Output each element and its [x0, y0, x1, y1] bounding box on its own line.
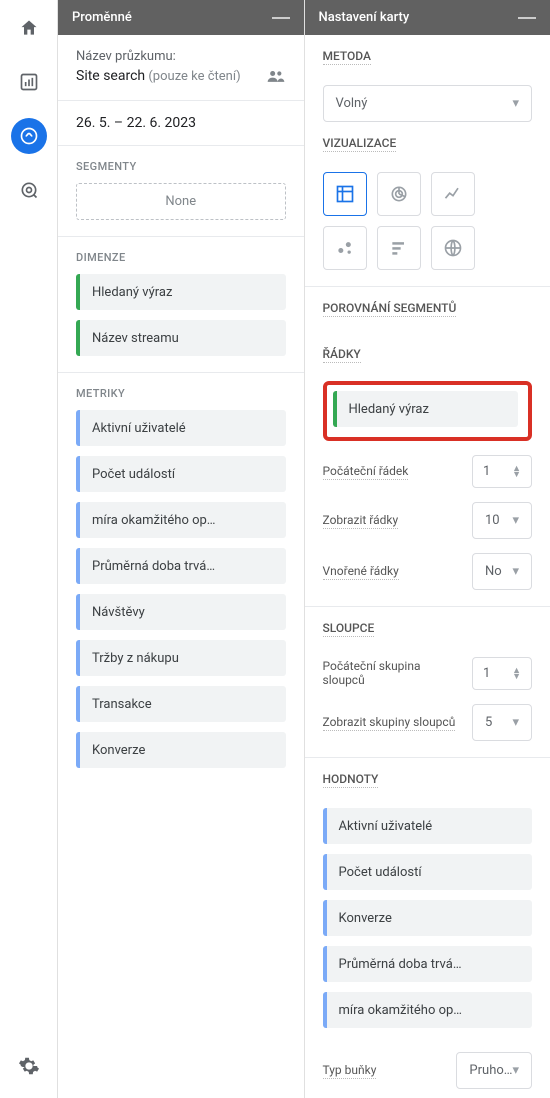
- values-title: HODNOTY: [323, 772, 379, 788]
- viz-donut-icon[interactable]: [377, 172, 421, 216]
- metric-chip[interactable]: Návštěvy: [76, 594, 286, 630]
- method-title: METODA: [323, 49, 371, 65]
- start-row-stepper[interactable]: 1 ▲▼: [472, 455, 532, 488]
- nested-rows-value: No: [485, 564, 502, 579]
- minimize-icon[interactable]: [272, 17, 290, 19]
- survey-name-value: Site search: [76, 68, 145, 84]
- chip-label: Průměrná doba trvá…: [80, 559, 227, 574]
- segments-title: SEGMENTY: [76, 160, 286, 173]
- viz-title: VIZUALIZACE: [323, 136, 397, 152]
- seg-compare-title: POROVNÁNÍ SEGMENTŮ: [323, 301, 457, 317]
- dimensions-title: DIMENZE: [76, 251, 286, 264]
- value-metric-chip[interactable]: Počet událostí: [323, 854, 533, 890]
- method-value: Volný: [336, 96, 368, 111]
- start-row-label: Počáteční řádek: [323, 464, 409, 480]
- cell-type-value: Pruho…: [469, 1063, 512, 1078]
- left-nav-rail: [0, 0, 58, 1098]
- viz-geo-icon[interactable]: [431, 226, 475, 270]
- cell-type-select[interactable]: Pruho… ▾: [456, 1052, 532, 1089]
- show-rows-select[interactable]: 10 ▾: [472, 502, 532, 539]
- stepper-arrows-icon: ▲▼: [512, 668, 521, 680]
- metric-chip[interactable]: Konverze: [76, 732, 286, 768]
- start-col-label: Počáteční skupina sloupců: [323, 659, 463, 688]
- rows-title: ŘÁDKY: [323, 347, 361, 363]
- row-dimension-chip[interactable]: Hledaný výraz: [333, 391, 519, 427]
- dimension-chip[interactable]: Název streamu: [76, 320, 286, 356]
- nested-rows-label: Vnořené řádky: [323, 564, 399, 580]
- metric-chip[interactable]: Průměrná doba trvá…: [76, 548, 286, 584]
- settings-header: Nastavení karty: [305, 0, 550, 35]
- show-cols-label: Zobrazit skupiny sloupců: [323, 715, 456, 731]
- viz-bar-icon[interactable]: [377, 226, 421, 270]
- chip-label: míra okamžitého op…: [327, 1003, 475, 1018]
- show-cols-value: 5: [485, 715, 492, 730]
- show-rows-value: 10: [485, 513, 500, 528]
- chevron-down-icon: ▾: [512, 1063, 519, 1078]
- metric-chip[interactable]: míra okamžitého op…: [76, 502, 286, 538]
- survey-name-label: Název průzkumu:: [76, 49, 286, 64]
- chevron-down-icon: ▾: [512, 96, 519, 111]
- viz-scatter-icon[interactable]: [323, 226, 367, 270]
- variables-title: Proměnné: [72, 10, 132, 25]
- cols-title: SLOUPCE: [323, 621, 375, 637]
- settings-gear-icon[interactable]: [11, 1048, 47, 1084]
- reports-icon[interactable]: [11, 64, 47, 100]
- chip-label: Průměrná doba trvá…: [327, 957, 474, 972]
- chip-label: Hledaný výraz: [337, 402, 441, 417]
- chip-label: Konverze: [327, 911, 404, 926]
- chip-label: Tržby z nákupu: [80, 651, 191, 666]
- value-metric-chip[interactable]: Konverze: [323, 900, 533, 936]
- chevron-down-icon: ▾: [512, 513, 519, 528]
- viz-table-icon[interactable]: [323, 172, 367, 216]
- stepper-arrows-icon: ▲▼: [512, 466, 521, 478]
- start-col-stepper[interactable]: 1 ▲▼: [472, 657, 532, 690]
- chevron-down-icon: ▾: [512, 715, 519, 730]
- share-icon[interactable]: [266, 69, 286, 83]
- home-icon[interactable]: [11, 10, 47, 46]
- chip-label: Počet událostí: [80, 467, 187, 482]
- variables-panel: Proměnné Název průzkumu: Site search (po…: [58, 0, 305, 1098]
- chip-label: Název streamu: [80, 331, 191, 346]
- chevron-down-icon: ▾: [512, 564, 519, 579]
- segments-drop-target[interactable]: None: [76, 183, 286, 220]
- metric-chip[interactable]: Transakce: [76, 686, 286, 722]
- metric-chip[interactable]: Aktivní uživatelé: [76, 410, 286, 446]
- chip-label: Aktivní uživatelé: [80, 421, 198, 436]
- date-range[interactable]: 26. 5. – 22. 6. 2023: [58, 101, 304, 145]
- show-cols-select[interactable]: 5 ▾: [472, 704, 532, 741]
- show-rows-label: Zobrazit řádky: [323, 513, 399, 529]
- nested-rows-select[interactable]: No ▾: [472, 553, 532, 590]
- chip-label: Konverze: [80, 743, 157, 758]
- metric-chip[interactable]: Počet událostí: [76, 456, 286, 492]
- value-metric-chip[interactable]: míra okamžitého op…: [323, 992, 533, 1028]
- variables-header: Proměnné: [58, 0, 304, 35]
- advertising-icon[interactable]: [11, 172, 47, 208]
- chip-label: Počet událostí: [327, 865, 434, 880]
- value-metric-chip[interactable]: Aktivní uživatelé: [323, 808, 533, 844]
- value-metric-chip[interactable]: Průměrná doba trvá…: [323, 946, 533, 982]
- chip-label: Transakce: [80, 697, 164, 712]
- survey-readonly-tag: (pouze ke čtení): [148, 69, 240, 84]
- start-col-value: 1: [483, 666, 490, 681]
- settings-panel: Nastavení karty METODA Volný ▾ VIZUALIZA…: [305, 0, 550, 1098]
- cell-type-label: Typ buňky: [323, 1063, 377, 1079]
- chip-label: Návštěvy: [80, 605, 157, 620]
- chip-label: Aktivní uživatelé: [327, 819, 445, 834]
- chip-label: Hledaný výraz: [80, 285, 184, 300]
- method-select[interactable]: Volný ▾: [323, 85, 533, 122]
- dimension-chip[interactable]: Hledaný výraz: [76, 274, 286, 310]
- chip-label: míra okamžitého op…: [80, 513, 228, 528]
- metric-chip[interactable]: Tržby z nákupu: [76, 640, 286, 676]
- rows-highlight: Hledaný výraz: [323, 381, 533, 441]
- minimize-icon[interactable]: [518, 17, 536, 19]
- explore-icon[interactable]: [11, 118, 47, 154]
- viz-line-icon[interactable]: [431, 172, 475, 216]
- metrics-title: METRIKY: [76, 387, 286, 400]
- settings-title: Nastavení karty: [319, 10, 410, 25]
- start-row-value: 1: [483, 464, 490, 479]
